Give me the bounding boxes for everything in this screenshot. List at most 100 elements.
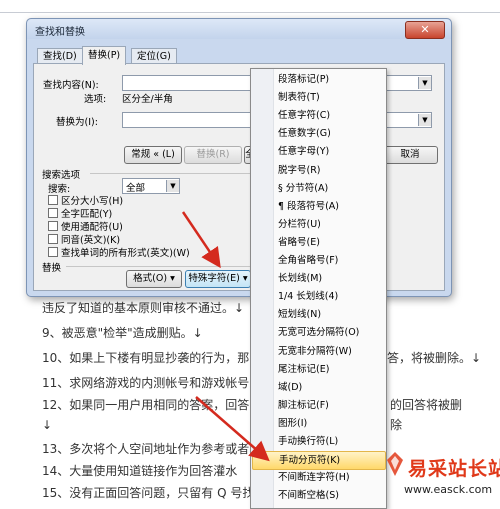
menu-item[interactable]: 任意字符(C): [252, 107, 384, 124]
sounds-like-checkbox[interactable]: [48, 234, 58, 244]
menu-item-label: 短划线(N): [278, 309, 322, 320]
search-direction-dropdown[interactable]: ▼: [166, 180, 179, 192]
menu-item[interactable]: 脚注标记(F): [252, 397, 384, 414]
special-characters-menu: 段落标记(P) 制表符(T) 任意字符(C) 任意数字(G) 任意字母(Y) 脱字号(R)…: [250, 68, 387, 509]
menu-item[interactable]: 脱字号(R): [252, 162, 384, 179]
document-line: 15、没有正面回答问题，只留有 Q 号找: [42, 486, 255, 500]
match-case-label: 区分大小写(H): [61, 196, 124, 207]
document-line: 12、如果同一用户用相同的答案，回答: [42, 398, 250, 412]
options-label: 选项:: [84, 94, 107, 105]
document-line-tail: 除: [390, 418, 403, 432]
tab-replace[interactable]: 替换(P): [82, 46, 127, 65]
cancel-button[interactable]: 取消: [382, 146, 438, 164]
word-forms-label: 查找单词的所有形式(英文)(W): [61, 248, 190, 259]
menu-item-label: 不间断空格(S): [278, 490, 339, 501]
document-line: ↓: [42, 418, 53, 432]
menu-item[interactable]: 全角省略号(F): [252, 252, 384, 269]
menu-item-label: 脱字号(R): [278, 165, 321, 176]
menu-item[interactable]: 省略号(E): [252, 234, 384, 251]
document-line: 11、求网络游戏的内测帐号和游戏帐号: [42, 376, 250, 390]
menu-item-label: § 分节符(A): [278, 183, 329, 194]
document-top-edge: [0, 0, 500, 13]
menu-item[interactable]: 1/4 长划线(4): [252, 288, 384, 305]
document-line-tail: 的回答将被删: [390, 398, 463, 412]
menu-item[interactable]: 图形(I): [252, 415, 384, 432]
section-divider: [66, 266, 250, 267]
menu-item-label: 域(D): [278, 382, 303, 393]
menu-item-label: 分栏符(U): [278, 219, 321, 230]
menu-item[interactable]: 手动分页符(K): [252, 451, 386, 470]
menu-item-label: 无宽可选分隔符(O): [278, 327, 360, 338]
section-divider: [90, 173, 250, 174]
menu-item[interactable]: 任意数字(G): [252, 125, 384, 142]
menu-item-label: ¶ 段落符号(A): [278, 201, 339, 212]
dialog-titlebar[interactable]: 查找和替换 ✕: [27, 19, 451, 39]
dialog-title: 查找和替换: [35, 27, 85, 38]
format-button[interactable]: 格式(O) ▾: [126, 270, 182, 288]
menu-item-label: 全角省略号(F): [278, 255, 339, 266]
replace-button[interactable]: 替换(R): [184, 146, 242, 164]
menu-item[interactable]: 短划线(N): [252, 306, 384, 323]
replace-label: 替换为(I):: [56, 117, 98, 128]
document-line-tail: 答，将被删除。↓: [387, 351, 482, 365]
chevron-down-icon: ▼: [422, 79, 428, 87]
menu-item[interactable]: 尾注标记(E): [252, 361, 384, 378]
menu-item[interactable]: 域(D): [252, 379, 384, 396]
wildcards-label: 使用通配符(U): [61, 222, 123, 233]
document-line: 9、被恶意"检举"造成删贴。↓: [42, 326, 203, 340]
menu-item[interactable]: 段落标记(P): [252, 71, 384, 88]
menu-item[interactable]: 手动换行符(L): [252, 433, 384, 450]
menu-item[interactable]: 长划线(M): [252, 270, 384, 287]
menu-item-label: 长划线(M): [278, 273, 323, 284]
menu-item[interactable]: 无宽非分隔符(W): [252, 343, 384, 360]
tab-find[interactable]: 查找(D): [37, 48, 83, 64]
options-value: 区分全/半角: [122, 94, 173, 105]
menu-item-label: 图形(I): [278, 418, 308, 429]
chevron-down-icon: ▼: [422, 116, 428, 124]
sounds-like-label: 同音(英文)(K): [61, 235, 121, 246]
document-line: 13、多次将个人空间地址作为参考或者: [42, 442, 250, 456]
special-characters-button[interactable]: 特殊字符(E) ▾: [185, 270, 251, 288]
document-line: 10、如果上下楼有明显抄袭的行为，那: [42, 351, 250, 365]
menu-item[interactable]: 不间断空格(S): [252, 487, 384, 504]
replace-section-title: 替换: [42, 263, 62, 274]
menu-item[interactable]: ¶ 段落符号(A): [252, 198, 384, 215]
chevron-down-icon: ▼: [170, 182, 176, 190]
menu-item[interactable]: § 分节符(A): [252, 180, 384, 197]
replace-history-dropdown[interactable]: ▼: [418, 114, 431, 126]
whole-word-checkbox[interactable]: [48, 208, 58, 218]
word-forms-checkbox[interactable]: [48, 247, 58, 257]
find-label: 查找内容(N):: [43, 80, 99, 91]
wildcards-checkbox[interactable]: [48, 221, 58, 231]
menu-item[interactable]: 任意字母(Y): [252, 143, 384, 160]
menu-item-label: 无宽非分隔符(W): [278, 346, 352, 357]
watermark-text: 易采站长站: [408, 458, 500, 480]
close-button[interactable]: ✕: [405, 21, 445, 39]
close-icon: ✕: [420, 23, 430, 36]
watermark-url: www.easck.com: [404, 483, 493, 496]
menu-item-label: 手动分页符(K): [279, 455, 341, 466]
find-replace-dialog: 查找和替换 ✕ 查找(D) 替换(P) 定位(G) 查找内容(N): ▼ 选项:…: [26, 18, 452, 297]
watermark-logo-icon: [387, 452, 403, 476]
menu-item-label: 1/4 长划线(4): [278, 291, 339, 302]
less-button[interactable]: 常规 « (L): [124, 146, 182, 164]
find-history-dropdown[interactable]: ▼: [418, 77, 431, 89]
menu-item[interactable]: 无宽可选分隔符(O): [252, 324, 384, 341]
menu-item-label: 省略号(E): [278, 237, 320, 248]
menu-item-label: 尾注标记(E): [278, 364, 330, 375]
match-case-checkbox[interactable]: [48, 195, 58, 205]
search-options-title: 搜索选项: [42, 170, 81, 181]
tab-goto[interactable]: 定位(G): [131, 48, 177, 64]
whole-word-label: 全字匹配(Y): [61, 209, 113, 220]
document-line: 违反了知道的基本原则审核不通过。↓: [42, 301, 245, 315]
document-line: 14、大量使用知道链接作为回答灌水: [42, 464, 238, 478]
menu-item-label: 任意数字(G): [278, 128, 331, 139]
menu-item-label: 制表符(T): [278, 92, 320, 103]
menu-item-label: 段落标记(P): [278, 74, 330, 85]
menu-item[interactable]: 不间断连字符(H): [252, 469, 384, 486]
menu-item[interactable]: 制表符(T): [252, 89, 384, 106]
menu-item-label: 任意字符(C): [278, 110, 331, 121]
search-direction-select[interactable]: 全部 ▼: [122, 178, 180, 194]
menu-item[interactable]: 分栏符(U): [252, 216, 384, 233]
menu-item-label: 脚注标记(F): [278, 400, 329, 411]
